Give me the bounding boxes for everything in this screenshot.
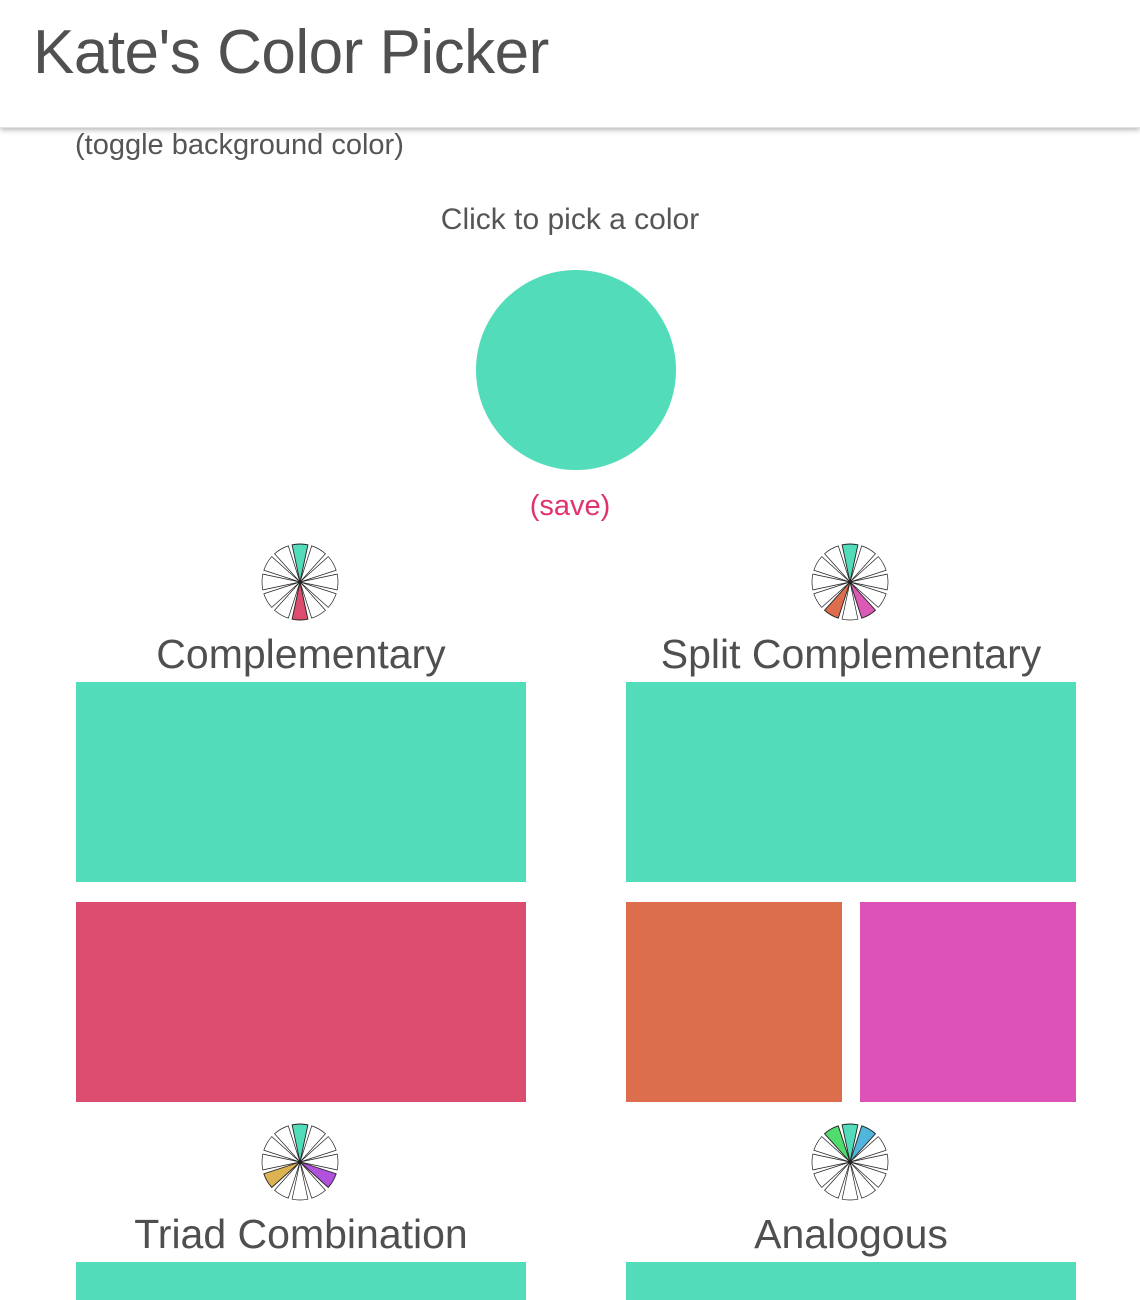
save-link[interactable]: (save)	[0, 490, 1140, 523]
triad-wheel-icon	[261, 1123, 339, 1201]
complementary-swatch-complement[interactable]	[76, 902, 526, 1102]
triad-swatch-base[interactable]	[76, 1262, 526, 1300]
complementary-title: Complementary	[156, 631, 446, 677]
toggle-background-link[interactable]: (toggle background color)	[75, 129, 404, 162]
split-complementary-title: Split Complementary	[660, 631, 1042, 677]
analogous-wheel-icon	[811, 1123, 889, 1201]
complementary-wheel-icon	[261, 543, 339, 621]
pick-color-prompt: Click to pick a color	[440, 203, 700, 236]
split-complementary-wheel-icon	[811, 543, 889, 621]
app-header: Kate's Color Picker	[0, 0, 1140, 128]
triad-title: Triad Combination	[134, 1211, 468, 1257]
split-complementary-swatch-left[interactable]	[626, 902, 842, 1102]
split-complementary-swatch-right[interactable]	[860, 902, 1076, 1102]
complementary-swatch-base[interactable]	[76, 682, 526, 882]
app-title: Kate's Color Picker	[33, 18, 549, 87]
split-complementary-swatch-base[interactable]	[626, 682, 1076, 882]
color-picker-swatch[interactable]	[476, 270, 676, 470]
analogous-title: Analogous	[754, 1211, 948, 1257]
analogous-swatch-base[interactable]	[626, 1262, 1076, 1300]
